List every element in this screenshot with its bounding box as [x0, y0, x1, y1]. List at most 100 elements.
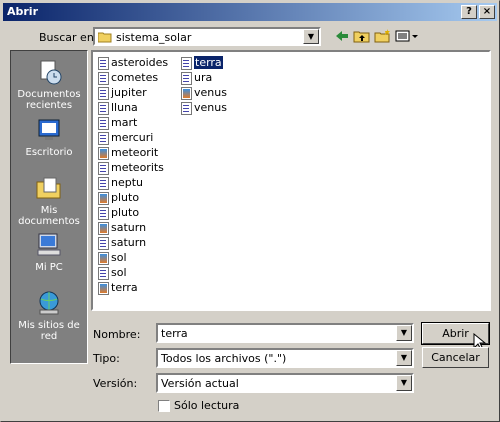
document-file-icon	[98, 161, 109, 175]
window-title: Abrir	[7, 5, 39, 18]
place-recent-label2: recientes	[25, 100, 73, 111]
image-file-icon	[98, 221, 109, 235]
folder-icon	[98, 32, 112, 43]
file-name: terra	[111, 281, 138, 294]
filetype-combo[interactable]: Todos los archivos (".") ▼	[156, 348, 414, 368]
desktop-icon	[38, 119, 60, 140]
chevron-down-icon[interactable]: ▼	[303, 29, 319, 44]
file-list[interactable]: asteroides cometes jupiter lluna mart mercuri…	[91, 50, 491, 311]
filename-combo[interactable]: terra ▼	[156, 323, 414, 343]
places-bar: Documentos recientes Escritorio Mis docu…	[10, 50, 88, 364]
lookin-label: Buscar en:	[39, 31, 98, 44]
lookin-value: sistema_solar	[116, 31, 192, 44]
image-file-icon	[181, 86, 192, 100]
cancel-button[interactable]: Cancelar	[422, 347, 489, 368]
document-file-icon	[98, 266, 109, 280]
new-folder-icon[interactable]	[374, 28, 392, 46]
file-name: saturn	[111, 236, 147, 249]
my-computer-icon	[37, 233, 61, 256]
file-name: sol	[111, 251, 127, 264]
chevron-down-icon[interactable]: ▼	[396, 325, 412, 341]
version-label: Versión:	[93, 377, 138, 390]
readonly-checkbox[interactable]	[158, 400, 170, 412]
close-button[interactable]: ×	[479, 5, 495, 19]
file-item[interactable]: cometes	[98, 70, 158, 85]
file-name: terra	[194, 56, 223, 69]
place-mypc[interactable]: Mi PC	[11, 231, 87, 273]
help-button[interactable]: ?	[461, 5, 477, 19]
file-item[interactable]: sol	[98, 265, 127, 280]
chevron-down-icon[interactable]: ▼	[396, 350, 412, 366]
file-item[interactable]: jupiter	[98, 85, 147, 100]
file-item[interactable]: mercuri	[98, 130, 153, 145]
filetype-value: Todos los archivos (".")	[161, 352, 287, 365]
file-name: sol	[111, 266, 127, 279]
document-file-icon	[181, 56, 192, 70]
document-file-icon	[181, 101, 192, 115]
image-file-icon	[98, 281, 109, 295]
filename-label: Nombre:	[93, 328, 141, 341]
file-item[interactable]: pluto	[98, 190, 139, 205]
place-desktop[interactable]: Escritorio	[11, 116, 87, 158]
lookin-combo[interactable]: sistema_solar ▼	[93, 27, 321, 46]
place-network[interactable]: Mis sitios de red	[11, 289, 87, 342]
file-item[interactable]: ura	[181, 70, 212, 85]
document-file-icon	[98, 176, 109, 190]
document-file-icon	[181, 71, 192, 85]
chevron-down-icon[interactable]: ▼	[396, 375, 412, 391]
file-name: pluto	[111, 206, 140, 219]
file-name: neptu	[111, 176, 144, 189]
document-file-icon	[98, 71, 109, 85]
place-recent[interactable]: Documentos recientes	[11, 58, 87, 111]
file-name: meteorits	[111, 161, 164, 174]
file-name: lluna	[111, 101, 138, 114]
file-item[interactable]: meteorit	[98, 145, 158, 160]
file-name: jupiter	[111, 86, 147, 99]
title-bar[interactable]: Abrir ? ×	[3, 3, 497, 21]
file-name: venus	[194, 86, 227, 99]
file-item[interactable]: venus	[181, 100, 227, 115]
file-name: cometes	[111, 71, 159, 84]
place-mydocs[interactable]: Mis documentos	[11, 174, 87, 227]
file-item[interactable]: venus	[181, 85, 227, 100]
file-item[interactable]: meteorits	[98, 160, 164, 175]
file-name: saturn	[111, 221, 147, 234]
document-file-icon	[98, 206, 109, 220]
file-item[interactable]: neptu	[98, 175, 143, 190]
file-item[interactable]: terra	[181, 55, 223, 70]
file-item[interactable]: saturn	[98, 235, 146, 250]
place-mypc-label: Mi PC	[35, 262, 63, 273]
file-name: mart	[111, 116, 138, 129]
filename-value: terra	[161, 327, 188, 340]
file-name: meteorit	[111, 146, 159, 159]
readonly-label: Sólo lectura	[174, 399, 240, 412]
place-mydocs-label: Mis documentos	[18, 205, 80, 227]
document-file-icon	[98, 56, 109, 70]
recent-documents-icon	[40, 60, 62, 85]
file-item[interactable]: pluto	[98, 205, 139, 220]
place-network-label: Mis sitios de red	[18, 320, 80, 342]
my-documents-icon	[36, 177, 61, 199]
place-desktop-label: Escritorio	[25, 147, 73, 158]
file-name: pluto	[111, 191, 140, 204]
up-folder-icon[interactable]	[353, 28, 371, 46]
file-name: ura	[194, 71, 213, 84]
place-recent-label1: Documentos	[17, 89, 81, 100]
file-item[interactable]: terra	[98, 280, 138, 295]
back-icon[interactable]	[334, 28, 350, 46]
file-item[interactable]: sol	[98, 250, 127, 265]
file-item[interactable]: lluna	[98, 100, 138, 115]
document-file-icon	[98, 86, 109, 100]
version-combo[interactable]: Versión actual ▼	[156, 373, 414, 393]
document-file-icon	[98, 101, 109, 115]
file-item[interactable]: saturn	[98, 220, 146, 235]
document-file-icon	[98, 236, 109, 250]
network-places-icon	[39, 291, 59, 315]
document-file-icon	[98, 116, 109, 130]
file-name: venus	[194, 101, 227, 114]
file-item[interactable]: asteroides	[98, 55, 168, 70]
view-menu-icon[interactable]	[395, 28, 419, 46]
open-dialog: Abrir ? × Buscar en: sistema_solar ▼ Doc…	[0, 0, 500, 422]
image-file-icon	[98, 191, 109, 205]
file-item[interactable]: mart	[98, 115, 137, 130]
